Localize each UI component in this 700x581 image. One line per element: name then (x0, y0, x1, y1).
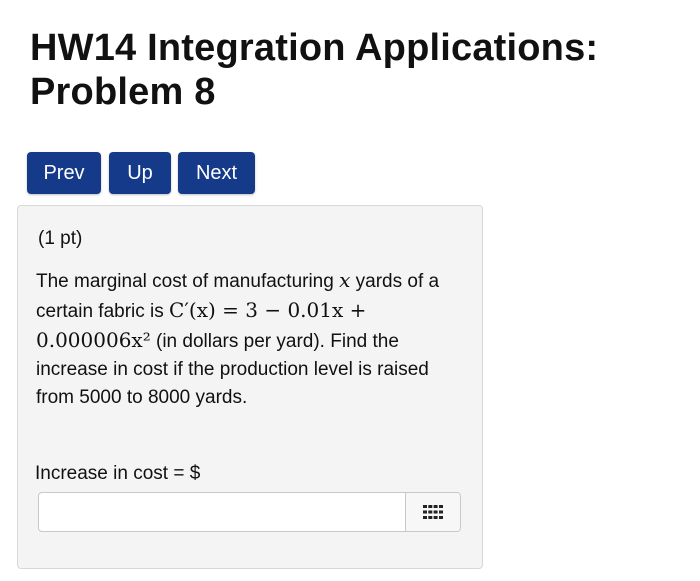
answer-label: Increase in cost = $ (35, 463, 201, 484)
problem-text-part-1: The marginal cost of manufacturing (36, 271, 340, 292)
answer-field-group (38, 492, 461, 532)
problem-points: (1 pt) (38, 228, 83, 249)
math-keypad-button[interactable] (405, 493, 460, 531)
up-button[interactable]: Up (109, 152, 171, 194)
page-title-line-1: HW14 Integration Applications: (30, 27, 599, 69)
problem-statement: The marginal cost of manufacturing x yar… (36, 266, 472, 412)
page-title: HW14 Integration Applications: Problem 8 (30, 26, 700, 114)
next-button[interactable]: Next (178, 152, 255, 194)
keypad-grid-icon (423, 505, 443, 519)
problem-box: (1 pt) The marginal cost of manufacturin… (17, 205, 483, 569)
math-variable-x: x (339, 268, 351, 292)
prev-button[interactable]: Prev (27, 152, 101, 194)
answer-input[interactable] (39, 493, 407, 531)
page-title-line-2: Problem 8 (30, 71, 216, 113)
